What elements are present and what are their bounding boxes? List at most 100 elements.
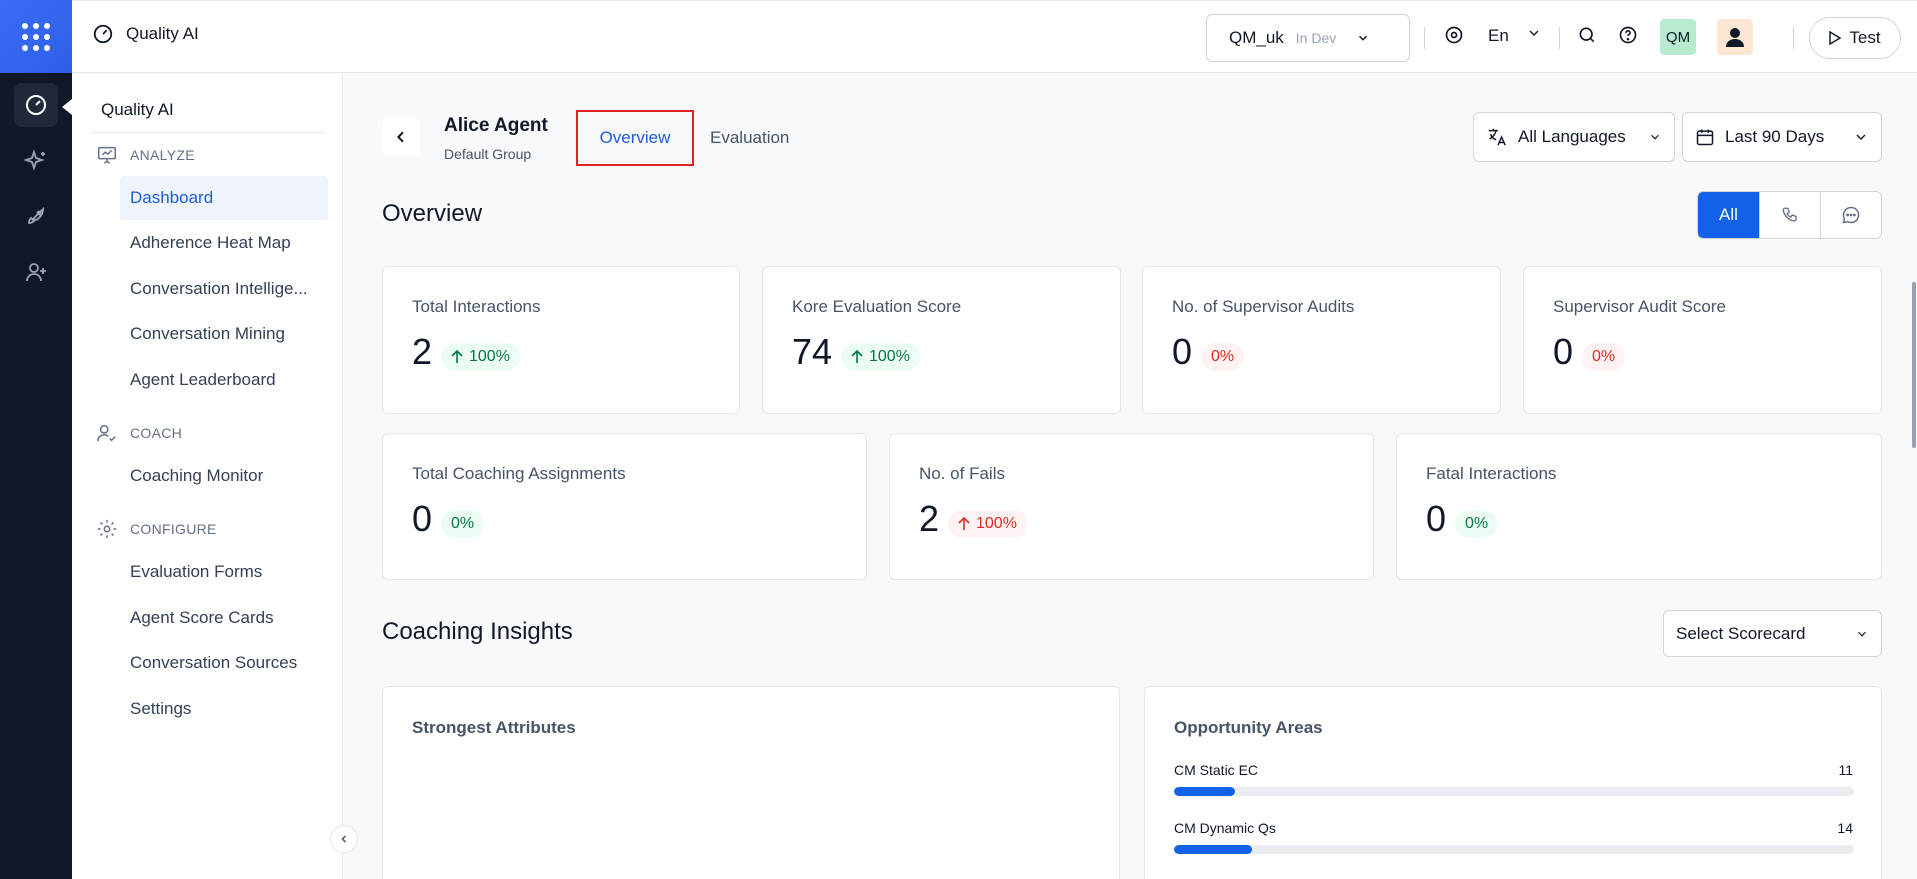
page-scrollbar[interactable] [1912,282,1916,448]
rail-user-add-button[interactable] [14,250,58,294]
users-check-icon [97,424,116,442]
sidebar-section-label: ANALYZE [130,147,195,163]
top-header: Quality AI QM_uk In Dev En QM Test [72,0,1917,73]
sidebar-item-conversation-intelligence[interactable]: Conversation Intellige... [120,267,328,311]
date-range-label: Last 90 Days [1725,127,1825,146]
gear-icon [97,519,117,539]
rail-launch-button[interactable] [14,194,58,238]
search-button[interactable] [1577,25,1597,45]
opportunity-label: CM Static EC [1174,762,1259,778]
target-button[interactable] [1444,25,1464,45]
metric-label: Total Coaching Assignments [412,464,626,483]
sidebar-item-coaching-monitor[interactable]: Coaching Monitor [120,454,328,498]
metric-change-badge: 0% [1201,343,1245,371]
metric-value: 0 [1426,498,1447,539]
sidebar-section-label: COACH [130,425,183,441]
sidebar-item-settings[interactable]: Settings [120,687,328,731]
sidebar-item-evaluation-forms[interactable]: Evaluation Forms [120,550,328,594]
metric-value: 0 [412,498,433,539]
metric-change-badge: 0% [441,510,485,538]
sidebar-item-dashboard[interactable]: Dashboard [120,176,328,220]
user-icon [1726,28,1744,47]
overview-title: Overview [382,200,483,227]
chevron-down-icon [1651,134,1659,140]
sidebar-item-conversation-mining[interactable]: Conversation Mining [120,312,328,356]
search-icon [1579,27,1595,43]
channel-all-button[interactable]: All [1698,192,1759,238]
metric-change: 0% [1211,348,1235,365]
sidebar-item-agent-leaderboard[interactable]: Agent Leaderboard [120,358,328,402]
sidebar-item-adherence-heat-map[interactable]: Adherence Heat Map [120,221,328,265]
header-divider [1424,27,1425,49]
chevron-down-icon [1856,134,1866,140]
tab-evaluation[interactable]: Evaluation [710,110,789,166]
sidebar-item-agent-score-cards[interactable]: Agent Score Cards [120,596,328,640]
profile-initials-button[interactable]: QM [1660,19,1696,55]
header-divider [1559,27,1560,49]
phone-icon [1782,207,1797,222]
chevron-down-icon [1858,631,1866,637]
channel-voice-button[interactable] [1758,192,1820,238]
arrow-up-icon [451,350,463,363]
tab-overview[interactable]: Overview [576,110,694,166]
chat-icon [1842,206,1860,224]
opportunity-value: 14 [1837,820,1853,836]
rocket-icon [28,206,44,224]
profile-initials: QM [1665,28,1691,46]
metric-card-fails: No. of Fails 2 100% [889,433,1374,580]
chevron-left-icon [341,835,347,843]
metric-card-fatal-interactions: Fatal Interactions 0 0% [1396,433,1882,580]
metric-label: No. of Supervisor Audits [1172,297,1355,316]
rail-ai-button[interactable] [14,139,58,183]
coaching-insights-title: Coaching Insights [382,618,573,645]
workspace-select[interactable]: QM_uk In Dev [1206,14,1410,62]
sidebar-collapse-button[interactable] [330,825,358,853]
agent-group: Default Group [444,146,532,162]
chevron-left-icon [396,131,404,143]
metric-card-total-interactions: Total Interactions 2 100% [382,266,740,414]
metric-label: No. of Fails [919,464,1005,483]
sidebar-divider [92,132,324,133]
sidebar-item-conversation-sources[interactable]: Conversation Sources [120,641,328,685]
workspace-name: QM_uk [1229,28,1284,47]
metric-value: 74 [792,331,833,372]
calendar-icon [1696,129,1714,146]
arrow-up-icon [958,517,970,530]
metric-label: Total Interactions [412,297,541,316]
metric-change-badge: 0% [1582,343,1626,371]
strongest-attributes-panel: Strongest Attributes [382,686,1120,879]
user-avatar[interactable] [1717,19,1753,55]
opportunity-label: CM Dynamic Qs [1174,820,1276,836]
rail-active-pointer [62,99,72,115]
sparkles-icon [24,149,45,171]
channel-chat-button[interactable] [1819,192,1881,238]
metric-change: 0% [451,515,475,532]
help-button[interactable] [1618,25,1638,45]
chevron-down-icon [1359,35,1368,41]
metric-card-kore-evaluation-score: Kore Evaluation Score 74 100% [762,266,1121,414]
metric-card-coaching-assignments: Total Coaching Assignments 0 0% [382,433,867,580]
language-dropdown-toggle[interactable] [1526,25,1542,41]
sidebar: Quality AI ANALYZE Dashboard Adherence H… [72,74,358,879]
date-range-filter[interactable]: Last 90 Days [1682,112,1882,162]
help-circle-icon [1619,26,1637,44]
back-button[interactable] [382,118,420,156]
sidebar-section-coach: COACH [96,422,182,444]
language-filter[interactable]: All Languages [1473,112,1675,162]
metric-label: Supervisor Audit Score [1553,297,1726,316]
metric-change: 0% [1465,515,1489,532]
language-select[interactable]: En [1488,26,1509,46]
app-launcher-button[interactable] [0,0,72,73]
metric-change: 0% [1592,348,1616,365]
metric-change-badge: 100% [441,343,520,371]
scorecard-select[interactable]: Select Scorecard [1663,610,1882,657]
metric-change: 100% [976,515,1017,532]
opportunity-bar [1174,845,1854,854]
chevron-down-icon [1529,30,1539,36]
brand: Quality AI [92,23,199,45]
target-icon [1445,26,1463,44]
test-button[interactable]: Test [1809,17,1901,59]
play-icon [1829,31,1842,45]
metric-label: Fatal Interactions [1426,464,1557,483]
rail-quality-ai-button[interactable] [14,83,58,127]
